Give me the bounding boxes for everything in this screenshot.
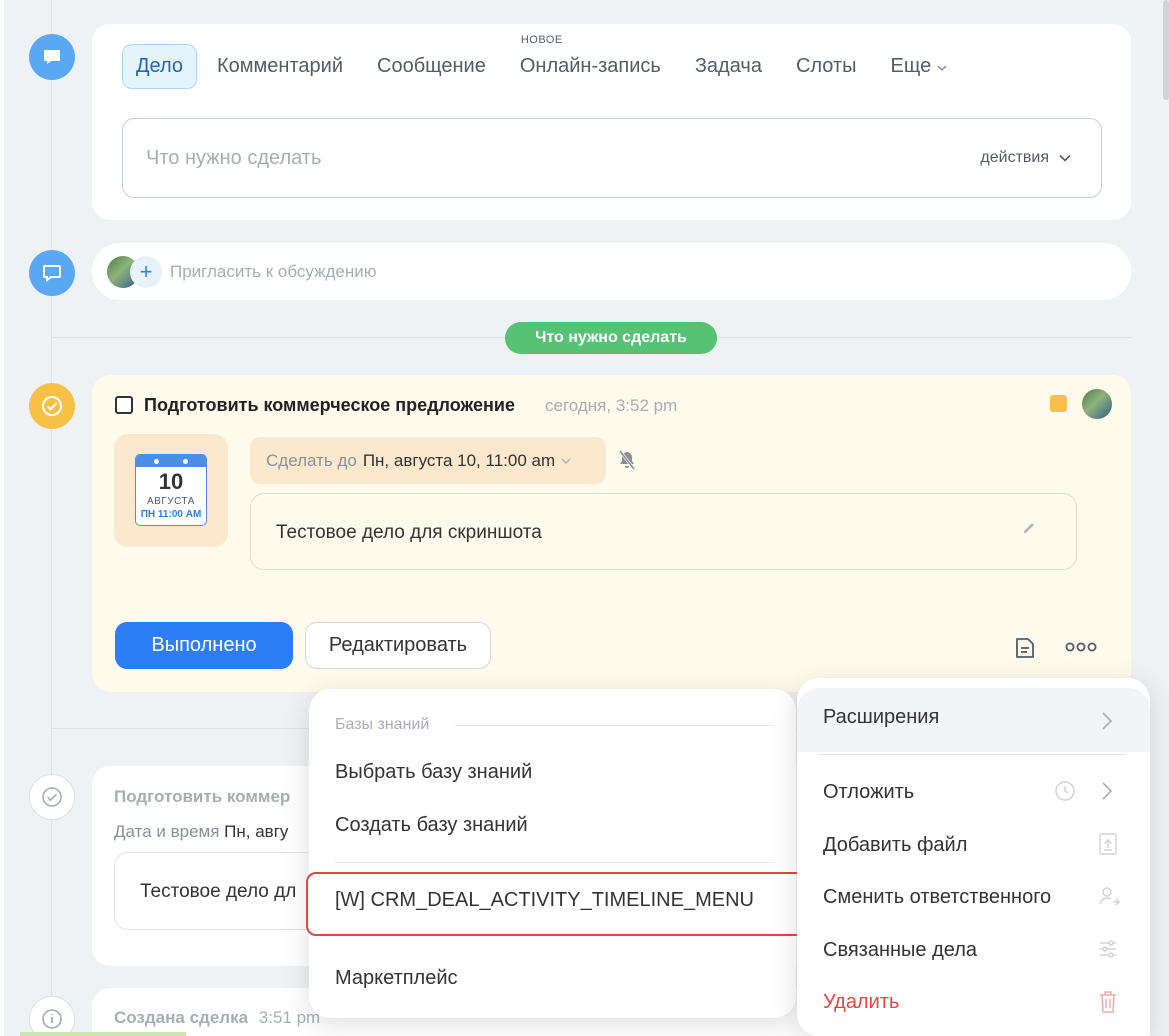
add-participant-icon[interactable]: +: [130, 256, 162, 288]
more-icon[interactable]: [1065, 641, 1097, 653]
task-check-icon: [29, 383, 75, 429]
chevron-down-icon: [937, 65, 947, 72]
new-badge: НОВОЕ: [520, 34, 563, 46]
menu-item-extensions[interactable]: Расширения: [797, 688, 1150, 752]
activity-input-placeholder: Что нужно сделать: [146, 147, 322, 169]
task-card: Подготовить коммерческое предложение сег…: [92, 375, 1131, 692]
menu-item-choose-kb[interactable]: Выбрать базу знаний: [335, 761, 532, 784]
status-strip: [20, 1032, 186, 1036]
actions-label: действия: [980, 149, 1049, 166]
done-button[interactable]: Выполнено: [115, 622, 293, 669]
info-icon: [29, 996, 75, 1036]
deal-created-header: Создана сделка 3:51 pm: [114, 1008, 320, 1028]
extensions-submenu: Базы знаний Выбрать базу знаний Создать …: [306, 689, 806, 1018]
menu-item-delete[interactable]: Удалить: [797, 983, 1150, 1023]
chevron-down-icon: [561, 458, 571, 464]
timer-icon: [1055, 781, 1075, 801]
user-change-icon: [1099, 887, 1121, 906]
pencil-icon[interactable]: [1021, 518, 1039, 536]
deal-created-title: Создана сделка: [114, 1008, 249, 1027]
chevron-right-icon: [1102, 712, 1113, 730]
menu-item-change-responsible-label: Сменить ответственного: [823, 886, 1052, 908]
tab-comment[interactable]: Комментарий: [217, 55, 343, 78]
calendar-icon: 10 АВГУСТА ПН 11:00 AM: [135, 454, 207, 526]
tab-more-label: Еще: [890, 55, 932, 77]
tab-booking-label: Онлайн-запись: [519, 55, 661, 77]
menu-divider: [335, 862, 773, 863]
section-divider: [455, 725, 773, 726]
task-time: сегодня, 3:52 pm: [545, 396, 678, 415]
past-description-text: Тестовое дело дл: [140, 881, 297, 902]
menu-item-add-file-label: Добавить файл: [823, 834, 968, 856]
chat-icon: [29, 250, 75, 296]
tab-activity[interactable]: Дело: [122, 44, 198, 89]
tab-message[interactable]: Сообщение: [377, 55, 486, 78]
menu-item-postpone[interactable]: Отложить: [797, 773, 1150, 813]
invite-placeholder[interactable]: Пригласить к обсуждению: [170, 262, 376, 282]
left-panel-edge: [0, 0, 4, 1036]
deadline-selector[interactable]: Сделать до Пн, августа 10, 11:00 am: [250, 437, 606, 484]
composer-tabs: Дело Комментарий Сообщение НОВОЕ Онлайн-…: [122, 34, 983, 89]
menu-item-placement[interactable]: [W] CRM_DEAL_ACTIVITY_TIMELINE_MENU: [335, 889, 754, 912]
calendar-day: 10: [158, 469, 184, 494]
tab-more[interactable]: Еще: [891, 55, 950, 78]
description-text: Тестовое дело для скриншота: [276, 522, 542, 543]
timeline-line: [51, 0, 52, 1036]
calendar-month: АВГУСТА: [147, 496, 195, 507]
menu-item-related[interactable]: Связанные дела: [797, 931, 1150, 971]
deadline-label: Сделать до: [266, 450, 357, 470]
invite-card: + Пригласить к обсуждению: [92, 243, 1131, 300]
deadline-value: Пн, августа 10, 11:00 am: [362, 450, 556, 470]
task-title[interactable]: Подготовить коммерческое предложение: [144, 395, 515, 416]
sliders-icon: [1100, 940, 1116, 958]
edit-button[interactable]: Редактировать: [305, 622, 491, 669]
color-flag[interactable]: [1050, 395, 1067, 412]
section-knowledge-bases: Базы знаний: [335, 716, 430, 733]
trash-icon: [1100, 991, 1116, 1013]
deal-created-time: 3:51 pm: [258, 1008, 321, 1027]
complete-checkbox[interactable]: [115, 396, 133, 414]
menu-item-extensions-label: Расширения: [823, 706, 940, 728]
tab-task[interactable]: Задача: [695, 55, 762, 78]
tab-booking[interactable]: НОВОЕ Онлайн-запись: [519, 34, 661, 78]
menu-item-change-responsible[interactable]: Сменить ответственного: [797, 878, 1150, 918]
activity-stream-icon: [29, 34, 75, 80]
actions-dropdown[interactable]: действия: [980, 149, 1073, 167]
menu-item-related-label: Связанные дела: [823, 939, 978, 961]
menu-item-marketplace[interactable]: Маркетплейс: [335, 967, 458, 990]
upload-file-icon: [1099, 833, 1117, 855]
past-activity-title[interactable]: Подготовить коммер: [114, 787, 290, 807]
chevron-down-icon: [1059, 154, 1071, 162]
calendar-time: 11:00 AM: [157, 509, 202, 520]
menu-divider: [819, 754, 1125, 755]
activity-input[interactable]: Что нужно сделать действия: [122, 118, 1102, 198]
menu-item-add-file[interactable]: Добавить файл: [797, 826, 1150, 866]
menu-item-create-kb[interactable]: Создать базу знаний: [335, 814, 528, 837]
chevron-right-icon: [1102, 782, 1113, 800]
calendar-weekday: ПН: [140, 509, 156, 520]
bell-off-icon[interactable]: [617, 449, 637, 471]
activity-action-menu: Расширения Отложить Добавить файл Сменит…: [797, 678, 1150, 1036]
section-badge: Что нужно сделать: [505, 322, 717, 354]
past-date-value: Пн, авгу: [224, 822, 289, 841]
menu-item-postpone-label: Отложить: [823, 781, 915, 803]
document-icon[interactable]: [1012, 635, 1038, 661]
scrollbar[interactable]: [1163, 0, 1169, 100]
past-activity-date: Дата и время Пн, авгу: [114, 822, 288, 842]
completed-task-icon: [29, 774, 75, 820]
past-date-label: Дата и время: [114, 822, 220, 841]
menu-item-delete-label: Удалить: [823, 991, 900, 1013]
responsible-avatar[interactable]: [1082, 389, 1112, 419]
calendar-tile: 10 АВГУСТА ПН 11:00 AM: [114, 434, 228, 547]
tab-slots[interactable]: Слоты: [796, 55, 857, 78]
description-field[interactable]: Тестовое дело для скриншота: [250, 493, 1077, 570]
